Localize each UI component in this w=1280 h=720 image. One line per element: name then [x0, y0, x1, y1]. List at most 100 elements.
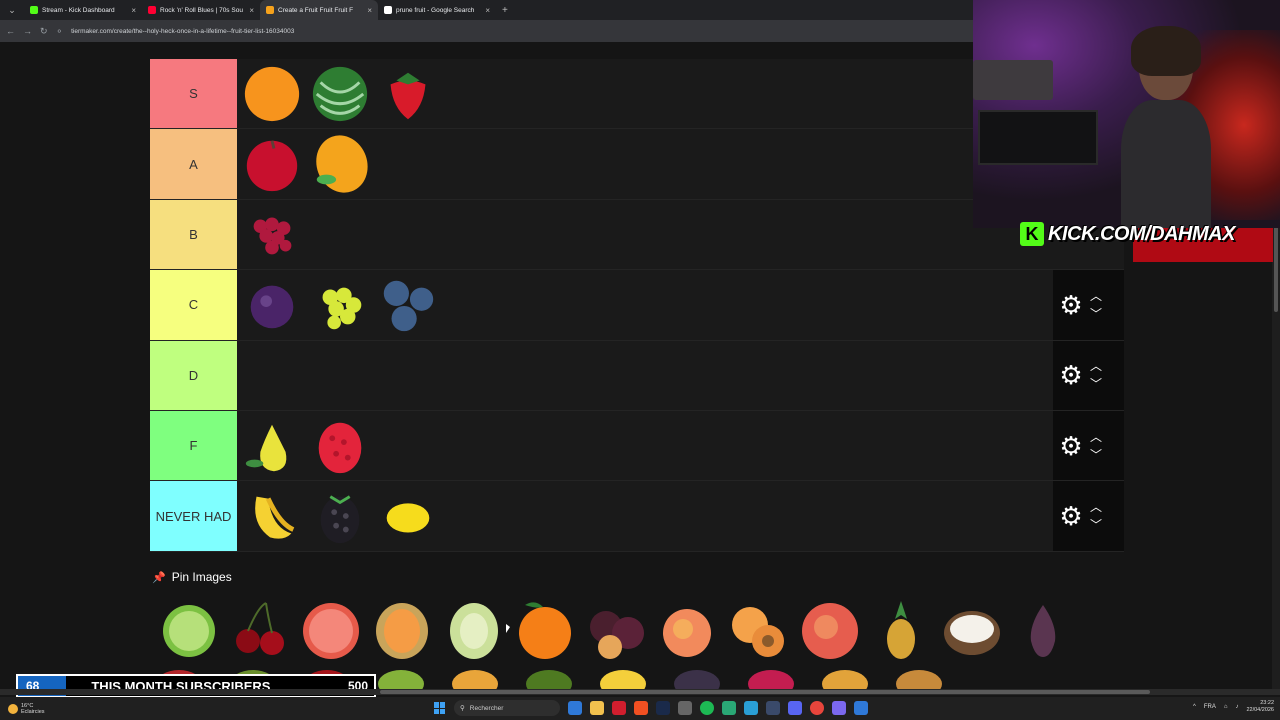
fig-image[interactable] [1011, 595, 1076, 663]
taskbar-search[interactable]: ⚲ Rechercher [454, 700, 560, 716]
plum-image[interactable] [241, 274, 303, 336]
cherries-image[interactable] [227, 595, 292, 663]
nectarine-image[interactable] [797, 595, 862, 663]
tier-label[interactable]: D [150, 340, 237, 410]
clementine-image[interactable] [512, 595, 577, 663]
tier-row: NEVER HAD ⚙ ︿ ﹀ [150, 481, 1124, 552]
browser-tab[interactable]: prune fruit - Google Search × [378, 0, 496, 20]
tab-close-icon[interactable]: × [131, 6, 136, 15]
new-tab-button[interactable]: + [502, 5, 508, 16]
gear-icon[interactable]: ⚙ [1058, 292, 1084, 318]
pear-image[interactable] [241, 415, 303, 477]
volume-icon[interactable]: ♪ [1235, 704, 1238, 710]
red-apple-image[interactable] [241, 133, 303, 195]
settings-app-icon[interactable] [678, 701, 692, 715]
shelf [973, 60, 1053, 100]
url-field[interactable]: tiermaker.com/create/the--holy-heck-once… [71, 28, 294, 35]
honeydew-image[interactable] [441, 595, 506, 663]
tier-move-arrows: ︿ ﹀ [1090, 431, 1102, 461]
tab-close-icon[interactable]: × [485, 6, 490, 15]
banana-image[interactable] [241, 485, 303, 547]
coconut-image[interactable] [940, 595, 1005, 663]
lemon-image[interactable] [377, 485, 439, 547]
chrome-icon[interactable] [810, 701, 824, 715]
forward-icon[interactable]: → [23, 26, 32, 36]
telegram-icon[interactable] [744, 701, 758, 715]
app-icon-orange[interactable] [634, 701, 648, 715]
chevron-up-icon[interactable]: ︿ [1090, 501, 1102, 513]
tier-label[interactable]: NEVER HAD [150, 481, 237, 551]
clock[interactable]: 23:22 22/04/2026 [1246, 700, 1274, 714]
chevron-down-icon[interactable]: ﹀ [1090, 449, 1102, 461]
chevron-up-icon[interactable]: ︿ [1090, 360, 1102, 372]
tier-label[interactable]: S [150, 59, 237, 129]
chevron-up-icon[interactable]: ︿ [1090, 290, 1102, 302]
tier-items[interactable] [237, 270, 1124, 339]
back-icon[interactable]: ← [6, 26, 15, 36]
app-icon-dark[interactable] [656, 701, 670, 715]
site-info-icon[interactable]: ⚬ [56, 26, 64, 37]
tier-label[interactable]: F [150, 410, 237, 481]
tier-items[interactable] [237, 411, 1124, 480]
network-icon[interactable]: ⌂ [1224, 704, 1228, 710]
tier-items[interactable] [237, 481, 1124, 550]
red-grapes-image[interactable] [241, 203, 303, 265]
input-language[interactable]: FRA [1204, 704, 1216, 710]
spotify-icon[interactable] [700, 701, 714, 715]
strawberry-image[interactable] [377, 63, 439, 125]
chevron-up-icon[interactable]: ︿ [1090, 431, 1102, 443]
weather-widget[interactable]: 16°C Eclaircies [8, 703, 45, 715]
tier-label[interactable]: C [150, 270, 237, 340]
file-explorer-icon[interactable] [590, 701, 604, 715]
horizontal-scrollbar-thumb[interactable] [380, 690, 1150, 694]
browser-tab[interactable]: Stream - Kick Dashboard × [24, 0, 142, 20]
tab-close-icon[interactable]: × [367, 6, 372, 15]
green-grapes-image[interactable] [309, 274, 371, 336]
lime-image[interactable] [156, 595, 221, 663]
apricot-image[interactable] [726, 595, 791, 663]
chevron-down-icon[interactable]: ﹀ [1090, 378, 1102, 390]
start-button-icon[interactable] [434, 702, 446, 714]
tier-move-arrows: ︿ ﹀ [1090, 290, 1102, 320]
blackberry-image[interactable] [309, 485, 371, 547]
chevron-down-icon[interactable]: ﹀ [1090, 519, 1102, 531]
plums-image[interactable] [583, 595, 648, 663]
weather-sun-icon [8, 703, 18, 714]
browser-tab[interactable]: Create a Fruit Fruit Fruit F × [260, 0, 378, 20]
app-icon-green[interactable] [722, 701, 736, 715]
horizontal-scrollbar[interactable] [0, 689, 1280, 695]
tier-controls: ⚙ ︿ ﹀ [1053, 481, 1124, 551]
tier-label[interactable]: A [150, 129, 237, 199]
peach-image[interactable] [655, 595, 720, 663]
tab-list-icon[interactable]: ⌄ [4, 2, 20, 18]
streamer-body [1121, 100, 1211, 228]
reload-icon[interactable]: ↻ [40, 26, 48, 37]
gear-icon[interactable]: ⚙ [1058, 362, 1084, 388]
steam-icon[interactable] [766, 701, 780, 715]
gear-icon[interactable]: ⚙ [1058, 503, 1084, 529]
app-icon-blue[interactable] [854, 701, 868, 715]
tier-label[interactable]: B [150, 199, 237, 270]
tray-chevron-icon[interactable]: ^ [1193, 704, 1196, 710]
blueberries-image[interactable] [377, 274, 439, 336]
app-icon-red[interactable] [612, 701, 626, 715]
tier-items[interactable] [237, 341, 1124, 410]
taskbar-apps: ⚲ Rechercher [434, 700, 868, 716]
orange-image[interactable] [241, 63, 303, 125]
tab-close-icon[interactable]: × [249, 6, 254, 15]
cantaloupe-image[interactable] [370, 595, 435, 663]
screen: { "browser": { "tabs": [ {"title": "Stre… [0, 0, 1280, 720]
browser-tab[interactable]: Rock 'n' Roll Blues | 70s Sou × [142, 0, 260, 20]
grapefruit-image[interactable] [298, 595, 363, 663]
raspberry-image[interactable] [309, 415, 371, 477]
watermelon-image[interactable] [309, 63, 371, 125]
app-icon-purple[interactable] [832, 701, 846, 715]
discord-icon[interactable] [788, 701, 802, 715]
chevron-down-icon[interactable]: ﹀ [1090, 308, 1102, 320]
gear-icon[interactable]: ⚙ [1058, 433, 1084, 459]
address-bar: ← → ↻ ⚬ tiermaker.com/create/the--holy-h… [0, 20, 975, 42]
pineapple-image[interactable] [868, 595, 933, 663]
copilot-icon[interactable] [568, 701, 582, 715]
mango-image[interactable] [309, 133, 371, 195]
pin-images-header[interactable]: 📌 Pin Images [152, 570, 232, 584]
